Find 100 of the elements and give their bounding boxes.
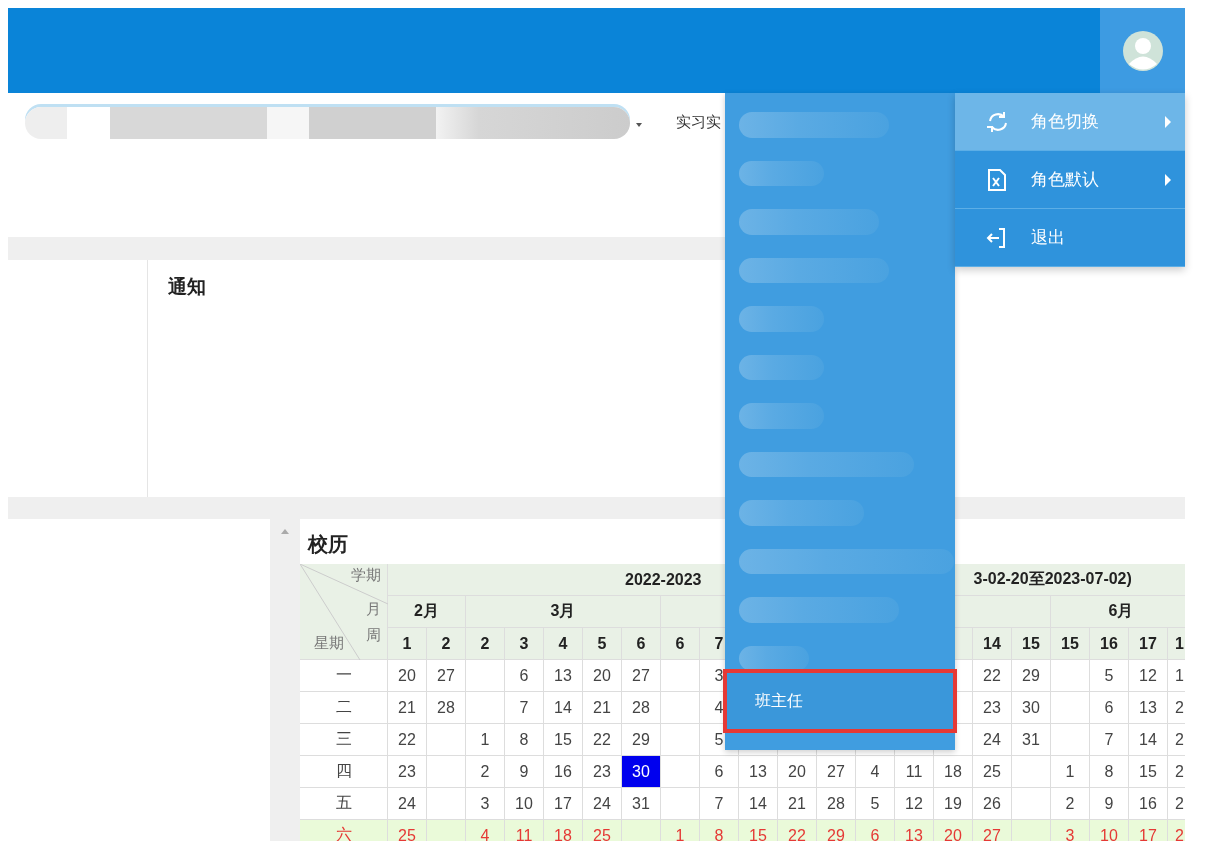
weekday-label: 一	[300, 660, 388, 692]
date-cell: 13	[544, 660, 583, 692]
week-header: 17	[1129, 628, 1168, 660]
date-cell: 15	[544, 724, 583, 756]
menu-item[interactable]: 退出	[955, 209, 1185, 267]
date-cell: 29	[817, 820, 856, 841]
date-cell: 3	[1051, 820, 1090, 841]
calendar-title: 校历	[308, 532, 349, 557]
scroll-up-icon[interactable]	[281, 529, 289, 534]
date-cell: 15	[1129, 756, 1168, 788]
menu-item[interactable]: 角色切换	[955, 93, 1185, 151]
date-cell: 27	[427, 660, 466, 692]
date-cell	[466, 660, 505, 692]
date-cell: 22	[583, 724, 622, 756]
date-cell: 27	[973, 820, 1012, 841]
date-cell: 7	[1090, 724, 1129, 756]
date-cell: 6	[856, 820, 895, 841]
week-header: 4	[544, 628, 583, 660]
date-cell	[466, 692, 505, 724]
date-cell: 2	[1168, 692, 1185, 724]
date-cell: 16	[544, 756, 583, 788]
header-label: 学期	[351, 566, 381, 585]
date-cell: 9	[505, 756, 544, 788]
date-cell: 28	[427, 692, 466, 724]
menu-item[interactable]: 角色默认	[955, 151, 1185, 209]
date-cell: 21	[583, 692, 622, 724]
date-cell: 2	[466, 756, 505, 788]
date-cell: 11	[505, 820, 544, 841]
weekday-label: 四	[300, 756, 388, 788]
date-cell: 31	[1012, 724, 1051, 756]
date-cell	[427, 724, 466, 756]
date-cell: 13	[1129, 692, 1168, 724]
date-cell: 17	[1129, 820, 1168, 841]
date-cell: 1	[1168, 660, 1185, 692]
week-header: 16	[1090, 628, 1129, 660]
week-header: 2	[427, 628, 466, 660]
date-cell: 25	[973, 756, 1012, 788]
week-header: 1	[1168, 628, 1185, 660]
date-cell: 25	[388, 820, 427, 841]
date-cell: 6	[700, 756, 739, 788]
date-cell: 21	[388, 692, 427, 724]
date-cell: 20	[778, 756, 817, 788]
nav-menu-item[interactable]: 实习实	[676, 113, 721, 132]
date-cell	[661, 756, 700, 788]
date-cell: 28	[622, 692, 661, 724]
date-cell: 22	[973, 660, 1012, 692]
week-header: 15	[1012, 628, 1051, 660]
month-header: 6月	[1051, 596, 1185, 628]
weekday-label: 二	[300, 692, 388, 724]
date-cell: 14	[1129, 724, 1168, 756]
date-cell: 8	[505, 724, 544, 756]
date-cell: 2	[1168, 820, 1185, 841]
header-label: 周	[366, 626, 381, 645]
date-cell: 30	[1012, 692, 1051, 724]
date-cell: 10	[1090, 820, 1129, 841]
date-cell	[1051, 660, 1090, 692]
date-cell: 24	[973, 724, 1012, 756]
term-label: 3-02-20至2023-07-02)	[973, 569, 1132, 589]
date-cell: 27	[622, 660, 661, 692]
month-header: 2月	[388, 596, 466, 628]
date-cell: 2	[1168, 724, 1185, 756]
date-cell: 20	[388, 660, 427, 692]
date-cell: 2	[1168, 756, 1185, 788]
avatar-icon	[1122, 30, 1163, 71]
date-cell	[661, 692, 700, 724]
date-cell: 7	[505, 692, 544, 724]
date-cell: 20	[583, 660, 622, 692]
month-header: 3月	[466, 596, 661, 628]
date-cell: 11	[895, 756, 934, 788]
date-cell: 22	[388, 724, 427, 756]
week-header: 1	[388, 628, 427, 660]
caret-icon	[636, 123, 642, 127]
date-cell: 12	[1129, 660, 1168, 692]
week-header: 6	[661, 628, 700, 660]
avatar-button[interactable]	[1100, 8, 1185, 93]
date-cell: 13	[739, 756, 778, 788]
date-cell: 29	[1012, 660, 1051, 692]
date-cell: 15	[739, 820, 778, 841]
term-label: 2022-2023	[625, 570, 702, 589]
date-cell: 30	[622, 756, 661, 788]
date-cell: 1	[466, 724, 505, 756]
week-header: 3	[505, 628, 544, 660]
date-cell: 25	[583, 820, 622, 841]
date-cell: 8	[1090, 756, 1129, 788]
date-cell: 5	[1090, 660, 1129, 692]
date-cell: 20	[934, 820, 973, 841]
refresh-icon	[985, 109, 1009, 134]
menu-item[interactable]: 班主任	[725, 671, 955, 731]
date-cell: 4	[466, 820, 505, 841]
week-header: 2	[466, 628, 505, 660]
date-cell: 14	[544, 692, 583, 724]
spreadsheet-file-icon	[985, 167, 1009, 192]
date-cell	[1012, 756, 1051, 788]
date-cell: 6	[505, 660, 544, 692]
weekday-label: 三	[300, 724, 388, 756]
date-cell: 4	[856, 756, 895, 788]
week-header: 14	[973, 628, 1012, 660]
header-label: 星期	[314, 634, 344, 653]
header-label: 月	[366, 600, 381, 619]
notice-title: 通知	[168, 275, 206, 299]
